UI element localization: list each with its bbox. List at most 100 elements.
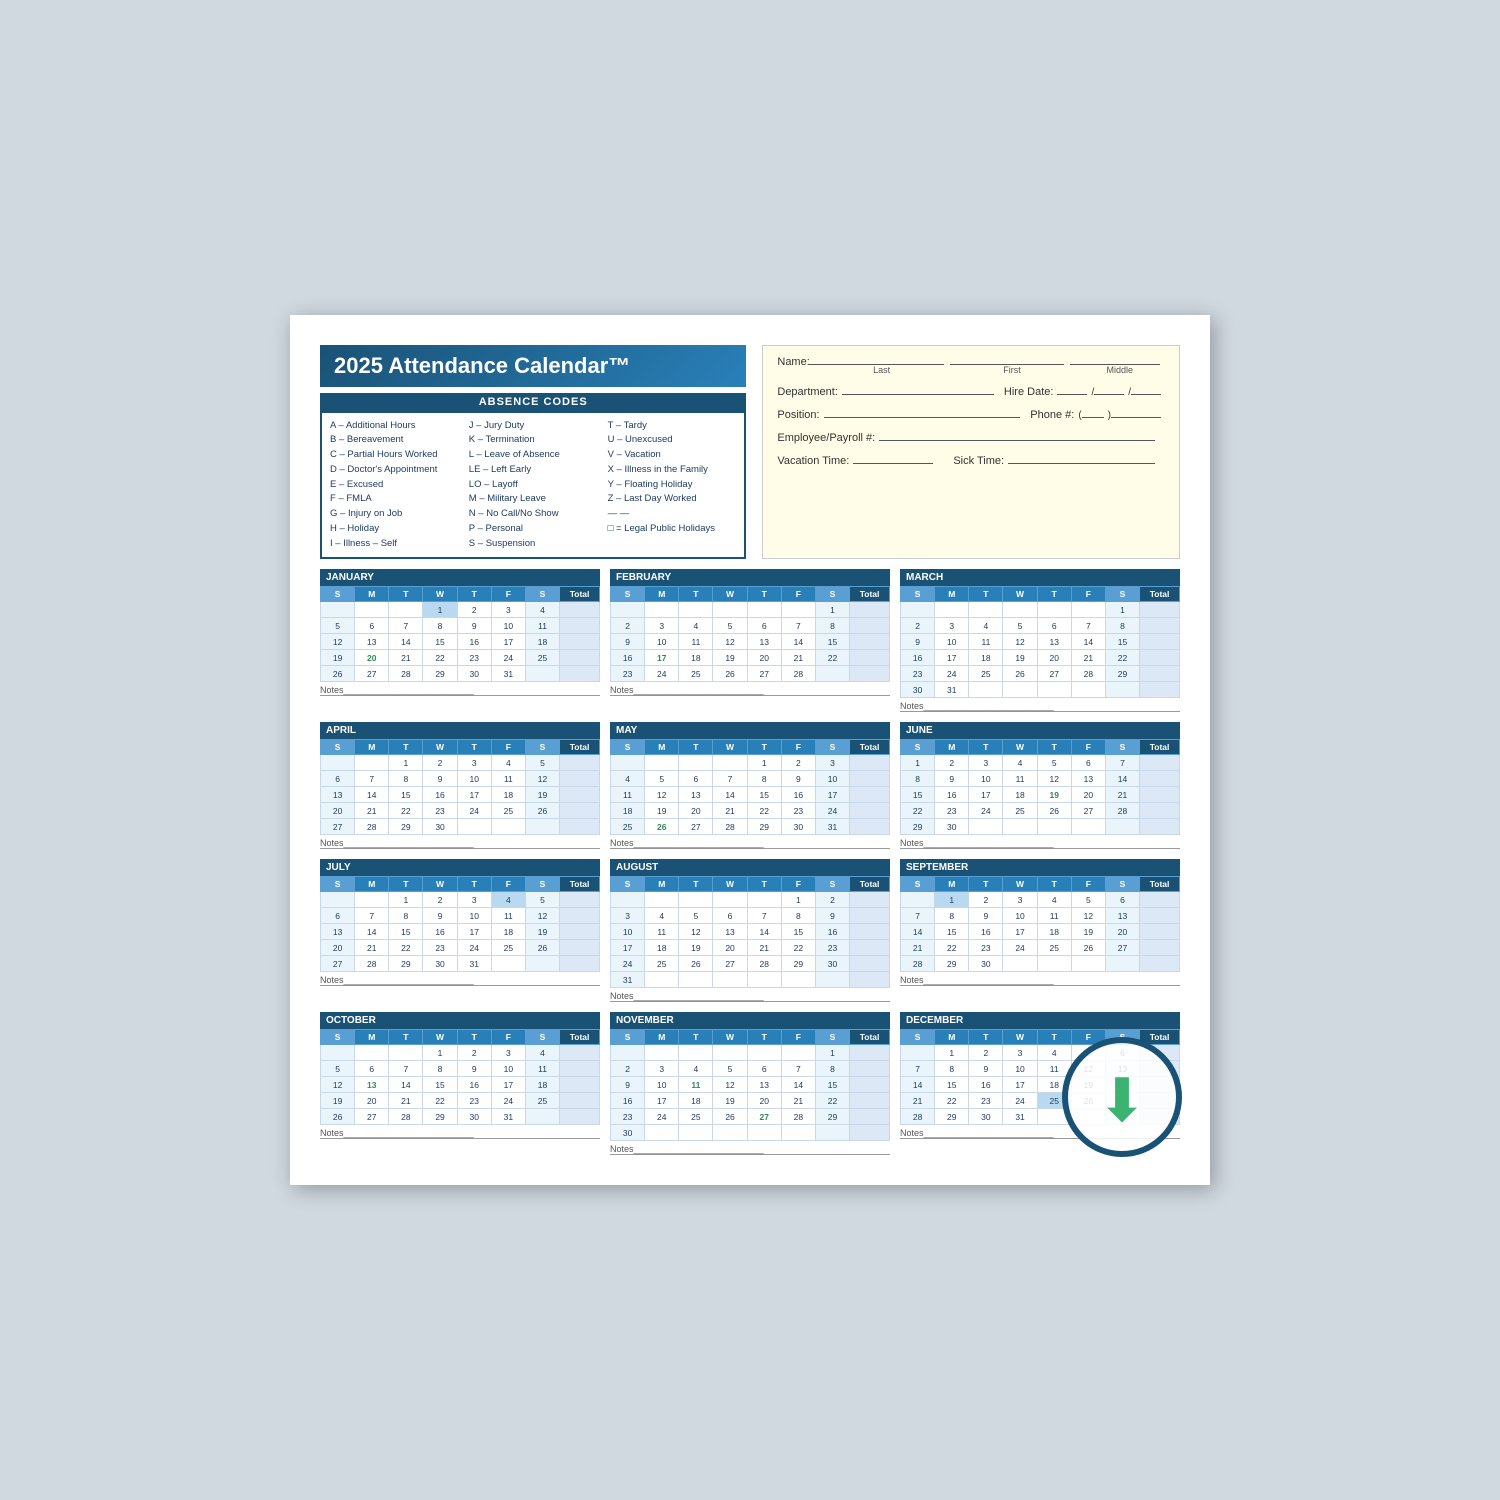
cal-day: 27 — [713, 956, 747, 972]
cal-day: 25 — [679, 1109, 713, 1125]
cal-day: 23 — [969, 940, 1003, 956]
cal-day — [645, 972, 679, 988]
cal-table-september: SMTWTFSTotal1234567891011121314151617181… — [900, 876, 1180, 972]
cal-day — [679, 892, 713, 908]
cal-total — [850, 771, 890, 787]
cal-day — [747, 1125, 781, 1141]
cal-day: 19 — [1003, 650, 1037, 666]
cal-day: 25 — [525, 1093, 559, 1109]
cal-day: 9 — [969, 908, 1003, 924]
cal-day: 27 — [747, 666, 781, 682]
cal-total — [560, 787, 600, 803]
cal-day: 3 — [815, 755, 849, 771]
cal-day: 5 — [645, 771, 679, 787]
cal-day: 28 — [781, 1109, 815, 1125]
cal-day: 27 — [321, 819, 355, 835]
cal-day: 7 — [747, 908, 781, 924]
cal-day: 18 — [645, 940, 679, 956]
cal-day — [747, 1045, 781, 1061]
cal-day: 7 — [389, 1061, 423, 1077]
cal-day: 2 — [969, 1045, 1003, 1061]
cal-day: 21 — [901, 940, 935, 956]
cal-day: 28 — [901, 1109, 935, 1125]
cal-day: 26 — [1037, 803, 1071, 819]
cal-day: 22 — [389, 940, 423, 956]
cal-notes: Notes__________________________ — [320, 975, 600, 986]
cal-total — [560, 1061, 600, 1077]
cal-day — [815, 666, 849, 682]
cal-day: 21 — [781, 650, 815, 666]
cal-day: 15 — [389, 924, 423, 940]
cal-day: 28 — [747, 956, 781, 972]
cal-day: 24 — [645, 666, 679, 682]
cal-day: 2 — [611, 618, 645, 634]
cal-total — [850, 755, 890, 771]
cal-day: 14 — [1071, 634, 1105, 650]
cal-day — [611, 602, 645, 618]
cal-day: 22 — [423, 650, 457, 666]
cal-day — [679, 755, 713, 771]
cal-total — [1140, 908, 1180, 924]
cal-total — [1140, 771, 1180, 787]
cal-day: 2 — [969, 892, 1003, 908]
cal-day — [1071, 602, 1105, 618]
cal-day: 16 — [935, 787, 969, 803]
cal-day: 13 — [679, 787, 713, 803]
cal-day: 4 — [1003, 755, 1037, 771]
download-overlay[interactable]: ⬇ — [1062, 1037, 1182, 1157]
cal-day: 4 — [679, 1061, 713, 1077]
cal-day — [1037, 602, 1071, 618]
cal-notes: Notes__________________________ — [320, 838, 600, 849]
calendar-february: FEBRUARYSMTWTFSTotal12345678910111213141… — [610, 569, 890, 712]
cal-day: 5 — [679, 908, 713, 924]
cal-day: 25 — [525, 650, 559, 666]
cal-total — [1140, 787, 1180, 803]
cal-day: 10 — [645, 634, 679, 650]
cal-day: 7 — [713, 771, 747, 787]
cal-day: 6 — [1105, 892, 1139, 908]
cal-day — [713, 1045, 747, 1061]
cal-table-june: SMTWTFSTotal1234567891011121314151617181… — [900, 739, 1180, 835]
cal-day: 2 — [611, 1061, 645, 1077]
cal-day: 16 — [969, 924, 1003, 940]
cal-day: 29 — [389, 956, 423, 972]
phone-label: Phone #: — [1030, 409, 1074, 421]
cal-day: 20 — [1037, 650, 1071, 666]
cal-day: 1 — [935, 1045, 969, 1061]
cal-day: 5 — [713, 618, 747, 634]
cal-day — [679, 1045, 713, 1061]
cal-day: 27 — [355, 666, 389, 682]
cal-day: 18 — [1037, 924, 1071, 940]
cal-day: 26 — [1003, 666, 1037, 682]
cal-day — [1071, 956, 1105, 972]
cal-day: 22 — [935, 1093, 969, 1109]
absence-codes: A – Additional Hours B – Bereavement C –… — [320, 411, 746, 559]
cal-total — [1140, 819, 1180, 835]
cal-day: 14 — [1105, 771, 1139, 787]
cal-day: 13 — [1037, 634, 1071, 650]
cal-day: 7 — [1105, 755, 1139, 771]
cal-total — [1140, 940, 1180, 956]
cal-day: 22 — [1105, 650, 1139, 666]
cal-notes: Notes__________________________ — [900, 838, 1180, 849]
cal-day: 5 — [1003, 618, 1037, 634]
cal-day: 8 — [781, 908, 815, 924]
cal-total — [560, 819, 600, 835]
cal-day: 19 — [713, 650, 747, 666]
cal-notes: Notes__________________________ — [320, 685, 600, 696]
cal-day — [645, 892, 679, 908]
download-arrow-icon: ⬇ — [1097, 1071, 1147, 1131]
cal-day: 4 — [611, 771, 645, 787]
cal-day: 21 — [355, 803, 389, 819]
cal-day — [525, 666, 559, 682]
cal-total — [1140, 650, 1180, 666]
cal-day: 25 — [1037, 940, 1071, 956]
cal-total — [1140, 618, 1180, 634]
cal-day: 10 — [457, 771, 491, 787]
cal-total — [560, 618, 600, 634]
cal-table-april: SMTWTFSTotal1234567891011121314151617181… — [320, 739, 600, 835]
dept-row: Department: Hire Date: / / — [777, 381, 1165, 398]
cal-day — [901, 602, 935, 618]
cal-day: 27 — [747, 1109, 781, 1125]
cal-day: 23 — [935, 803, 969, 819]
